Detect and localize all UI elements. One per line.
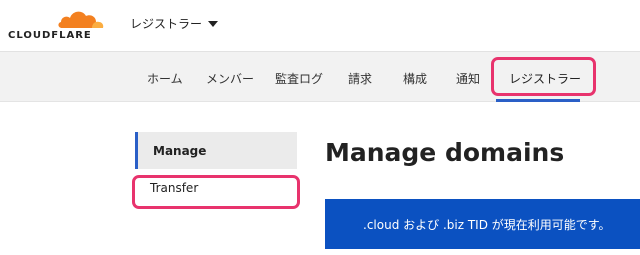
nav-item-billing[interactable]: 請求 [348,70,372,87]
banner-text: .cloud および .biz TID が現在利用可能です。 [363,218,611,232]
top-header: CLOUDFLARE レジストラー [0,0,640,52]
sidebar-item-label: Manage [153,144,207,158]
account-label: レジストラー [130,17,203,31]
account-switcher[interactable]: レジストラー [130,15,219,32]
sidebar-item-manage[interactable]: Manage [135,132,297,169]
top-nav: ホーム メンバー 監査ログ 請求 構成 通知 レジストラー [0,52,640,102]
cloud-icon [58,11,104,28]
sidebar-item-label: Transfer [150,181,199,195]
nav-item-members[interactable]: メンバー [206,70,254,87]
nav-item-home[interactable]: ホーム [147,70,183,87]
nav-item-configurations[interactable]: 構成 [403,70,427,87]
info-banner: .cloud および .biz TID が現在利用可能です。 [325,199,640,249]
logo-wordmark: CLOUDFLARE [8,30,92,41]
page-title: Manage domains [325,138,565,167]
nav-item-notifications[interactable]: 通知 [456,70,480,87]
sidebar-item-transfer[interactable]: Transfer [135,172,297,206]
nav-item-audit-log[interactable]: 監査ログ [275,70,323,87]
cloudflare-logo[interactable]: CLOUDFLARE [8,6,108,46]
chevron-down-icon [208,21,219,27]
active-tab-indicator [496,99,580,102]
nav-item-registrar[interactable]: レジストラー [509,70,581,87]
